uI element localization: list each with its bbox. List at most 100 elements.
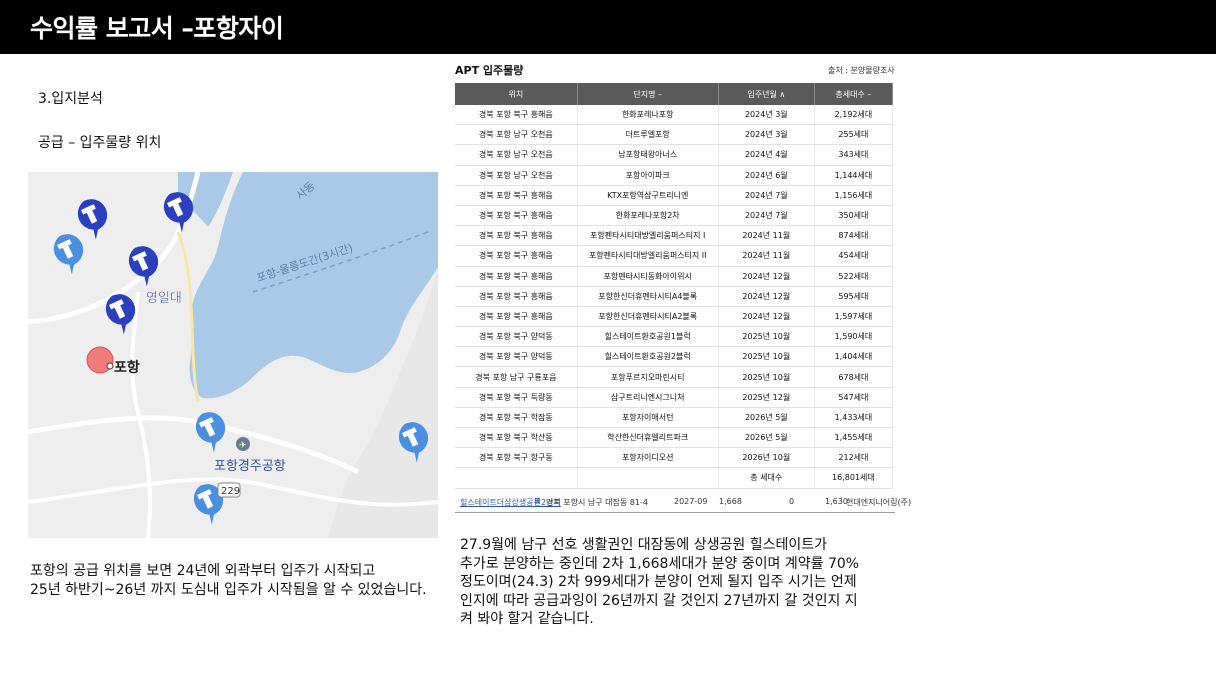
cell-move-in: 2024년 12월 (718, 306, 815, 328)
supply-map[interactable]: ✈ 영일대 포항 포항-울릉도간(3시간) 사동 포항경주공항 229 (28, 172, 438, 538)
map-canvas: ✈ 영일대 포항 포항-울릉도간(3시간) 사동 포항경주공항 229 (28, 172, 438, 538)
table-row: 경북 포항 북구 학산동 학산한신더휴엘리트파크 2026년 5월 1,455세대 (455, 427, 894, 449)
cell-move-in: 2026년 5월 (718, 407, 815, 429)
cell-location: 경북 포항 북구 항구동 (455, 447, 578, 469)
cell-move-in: 2024년 4월 (718, 144, 815, 166)
column-header-move-in[interactable]: 입주년월 ∧ (718, 83, 815, 105)
supply-table: 위치 단지명 – 입주년월 ∧ 총세대수 – 경북 포항 북구 흥해읍 한화포레나… (455, 83, 894, 489)
listing-zero: 0 (789, 497, 795, 506)
cell-households: 1,590세대 (814, 326, 894, 348)
cell-move-in: 2024년 6월 (718, 165, 815, 186)
map-label-city: 포항 (114, 359, 140, 376)
right-description-line: 정도이며(24.3) 2차 999세대가 분양이 언제 될지 입주 시기는 언제 (460, 574, 857, 590)
table-row: 경북 포항 북구 흥해읍 포항한신더휴펜타시티A4블록 2024년 12월 595세대 (455, 286, 894, 307)
table-header-row: 위치 단지명 – 입주년월 ∧ 총세대수 – (455, 83, 894, 105)
cell-move-in: 2026년 10월 (718, 447, 815, 469)
table-row: 경북 포항 북구 학잠동 포항자이애서턴 2026년 5월 1,433세대 (455, 407, 894, 429)
grid-icon: ⠿ (534, 497, 541, 506)
cell-location: 경북 포항 북구 득량동 (455, 387, 578, 408)
cell-complex: 남포항태왕아너스 (577, 144, 719, 166)
table-row: 경북 포항 북구 항구동 포항자이디오션 2026년 10월 212세대 (455, 447, 894, 469)
cell-complex: KTX포항역삼구트리니엔 (577, 185, 719, 206)
cell-move-in: 2024년 12월 (718, 266, 815, 287)
cell-move-in: 2024년 7월 (718, 185, 815, 206)
listing-supply: 1,630 (825, 497, 848, 506)
table-row: 경북 포항 남구 오천읍 더트루엘포항 2024년 3월 255세대 (455, 124, 894, 146)
report-title: 수익률 보고서 –포항자이 (30, 14, 284, 43)
table-title: APT 입주물량 (455, 64, 524, 77)
cell-move-in: 2025년 10월 (718, 346, 815, 368)
cell-move-in: 2024년 7월 (718, 205, 815, 227)
cell-location: 경북 포항 북구 흥해읍 (455, 306, 578, 328)
column-header-households[interactable]: 총세대수 – (814, 83, 894, 105)
cell-complex: 포항푸르지오마린시티 (577, 366, 719, 388)
cell-households: 547세대 (814, 387, 894, 408)
cell-complex: 학산한신더휴엘리트파크 (577, 427, 719, 449)
table-total-row: 총 세대수 16,801세대 (455, 467, 894, 489)
table-row: 경북 포항 북구 흥해읍 포항펜타시티동화아이위시 2024년 12월 522세대 (455, 266, 894, 287)
cell-location: 경북 포항 북구 흥해읍 (455, 286, 578, 307)
cell-households: 1,597세대 (814, 306, 894, 328)
cell-empty (577, 467, 719, 489)
cell-complex: 한화포레나포항 (577, 105, 719, 126)
cell-complex: 한화포레나포항2차 (577, 205, 719, 227)
cell-complex: 힐스테이트환호공원2블럭 (577, 346, 719, 368)
cell-location: 경북 포항 남구 오천읍 (455, 124, 578, 146)
table-source: 출처 : 분양물량조사 (828, 66, 895, 75)
svg-text:✈: ✈ (239, 441, 247, 451)
cell-households: 212세대 (814, 447, 894, 469)
cell-households: 595세대 (814, 286, 894, 307)
column-header-complex[interactable]: 단지명 – (577, 83, 719, 105)
cell-complex: 포항자이디오션 (577, 447, 719, 469)
cell-location: 경북 포항 남구 구룡포읍 (455, 366, 578, 388)
right-description-line: 추가로 분양하는 중인데 2차 1,668세대가 분양 중이며 계약률 70% (460, 555, 860, 572)
cell-complex: 삼구트리니엔시그니처 (577, 387, 719, 408)
cell-households: 522세대 (814, 266, 894, 287)
column-header-location[interactable]: 위치 (455, 83, 578, 105)
cell-location: 경북 포항 북구 양덕동 (455, 326, 578, 348)
table-row: 경북 포항 북구 흥해읍 한화포레나포항 2024년 3월 2,192세대 (455, 105, 894, 126)
cell-households: 1,433세대 (814, 407, 894, 429)
left-description-line: 포항의 공급 위치를 보면 24년에 외곽부터 입주가 시작되고 (30, 563, 376, 579)
table-row: 경북 포항 북구 흥해읍 KTX포항역삼구트리니엔 2024년 7월 1,156세대 (455, 185, 894, 206)
table-row: 경북 포항 북구 득량동 삼구트리니엔시그니처 2025년 12월 547세대 (455, 387, 894, 408)
table-row: 경북 포항 북구 흥해읍 포항펜타시티대방엘리움퍼스티지 II 2024년 11월 4… (455, 245, 894, 267)
cell-households: 1,404세대 (814, 346, 894, 368)
cell-location: 경북 포항 북구 흥해읍 (455, 205, 578, 227)
cell-location: 경북 포항 남구 오천읍 (455, 144, 578, 166)
cell-households: 1,144세대 (814, 165, 894, 186)
cell-location: 경북 포항 북구 학산동 (455, 427, 578, 449)
cell-complex: 포항펜타시티대방엘리움퍼스티지 I (577, 225, 719, 247)
listing-total: 1,668 (719, 497, 742, 506)
cell-move-in: 2024년 11월 (718, 245, 815, 267)
listing-date: 2027-09 (674, 497, 708, 506)
cell-location: 경북 포항 남구 오천읍 (455, 165, 578, 186)
left-description-line: 25년 하반기~26년 까지 도심내 입주가 시작됨을 알 수 있었습니다. (30, 582, 427, 598)
table-row: 경북 포항 남구 오천읍 남포항태왕아너스 2024년 4월 343세대 (455, 144, 894, 166)
cell-move-in: 2025년 12월 (718, 387, 815, 408)
table-row: 경북 포항 북구 흥해읍 포항한신더휴펜타시티A2블록 2024년 12월 1,597… (455, 306, 894, 328)
section-subtitle: 공급 – 입주물량 위치 (38, 135, 162, 151)
cell-households: 1,156세대 (814, 185, 894, 206)
cell-complex: 포항펜타시티동화아이위시 (577, 266, 719, 287)
right-description-line: 27.9월에 남구 선호 생활권인 대잠동에 상생공원 힐스테이트가 (460, 537, 827, 553)
right-description: 27.9월에 남구 선호 생활권인 대잠동에 상생공원 힐스테이트가 추가로 분… (460, 536, 900, 629)
total-value: 16,801세대 (814, 467, 894, 489)
cell-households: 255세대 (814, 124, 894, 146)
cell-move-in: 2024년 12월 (718, 286, 815, 307)
cell-move-in: 2024년 11월 (718, 225, 815, 247)
table-row: 경북 포항 북구 양덕동 힐스테이트환호공원1블럭 2025년 10월 1,590세대 (455, 326, 894, 348)
cell-move-in: 2024년 3월 (718, 105, 815, 126)
cell-households: 454세대 (814, 245, 894, 267)
cell-complex: 포항한신더휴펜타시티A2블록 (577, 306, 719, 328)
cell-move-in: 2026년 5월 (718, 427, 815, 449)
cell-location: 경북 포항 북구 학잠동 (455, 407, 578, 429)
cell-move-in: 2025년 10월 (718, 326, 815, 348)
table-row: 경북 포항 북구 양덕동 힐스테이트환호공원2블럭 2025년 10월 1,404세대 (455, 346, 894, 368)
cell-households: 343세대 (814, 144, 894, 166)
table-row: 경북 포항 북구 흥해읍 포항펜타시티대방엘리움퍼스티지 I 2024년 11월 87… (455, 225, 894, 247)
cell-location: 경북 포항 북구 양덕동 (455, 346, 578, 368)
right-description-line: 켜 봐야 할거 같습니다. (460, 611, 594, 627)
section-title: 3.입지분석 (38, 91, 103, 107)
cell-households: 1,455세대 (814, 427, 894, 449)
